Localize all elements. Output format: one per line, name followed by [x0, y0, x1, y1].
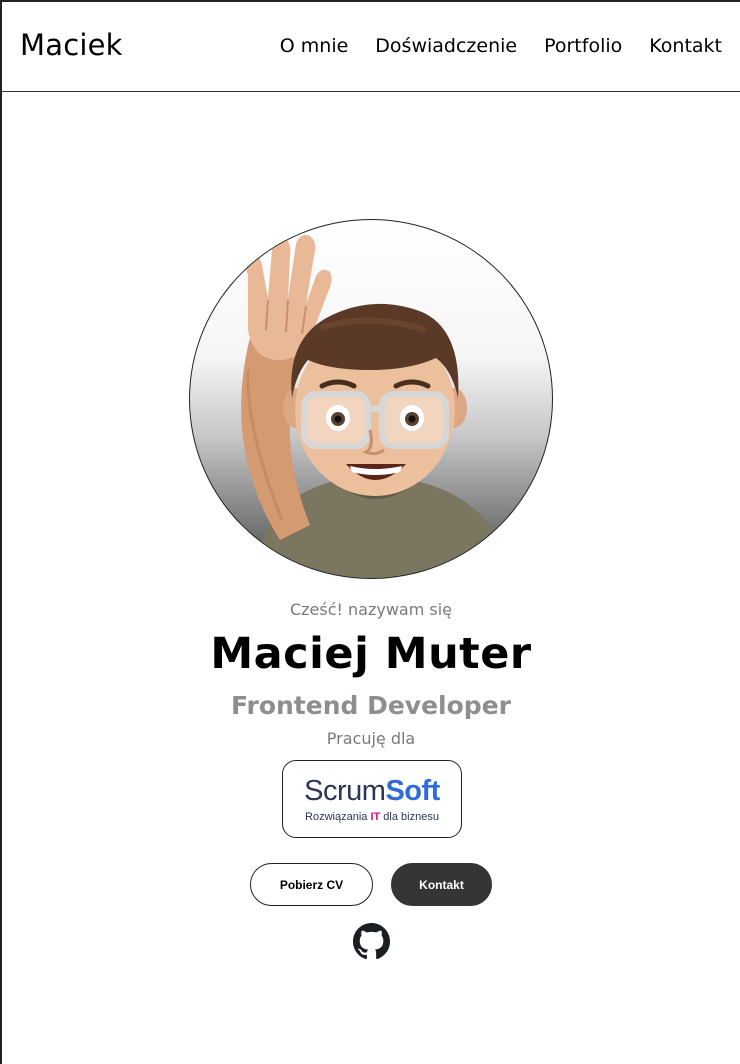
company-tagline-highlight: IT: [370, 811, 381, 823]
nav-item-experience: Doświadczenie: [375, 35, 517, 57]
main-nav: O mnie Doświadczenie Portfolio Kontakt: [280, 35, 722, 57]
profile-avatar: [189, 219, 553, 579]
nav-item-portfolio: Portfolio: [544, 35, 622, 57]
nav-link-portfolio[interactable]: Portfolio: [544, 35, 622, 57]
company-name-part1: Scrum: [304, 775, 386, 807]
site-header: Maciek O mnie Doświadczenie Portfolio Ko…: [2, 2, 740, 92]
hero-work-for: Pracuję dla: [326, 729, 416, 748]
company-tagline: Rozwiązania IT dla biznesu: [283, 811, 461, 823]
nav-link-contact[interactable]: Kontakt: [649, 35, 722, 57]
company-tagline-pre: Rozwiązania: [305, 811, 371, 823]
contact-button[interactable]: Kontakt: [391, 863, 492, 906]
site-logo[interactable]: Maciek: [20, 28, 123, 62]
nav-link-experience[interactable]: Doświadczenie: [375, 35, 517, 57]
company-logo-name: ScrumSoft: [283, 777, 461, 806]
nav-item-contact: Kontakt: [649, 35, 722, 57]
nav-item-about: O mnie: [280, 35, 349, 57]
hero-role: Frontend Developer: [231, 691, 511, 720]
company-tagline-post: dla biznesu: [380, 811, 439, 823]
company-name-part2: Soft: [385, 775, 440, 807]
company-logo-link[interactable]: ScrumSoft Rozwiązania IT dla biznesu: [282, 760, 462, 838]
download-cv-button[interactable]: Pobierz CV: [250, 863, 373, 906]
waving-memoji-avatar-icon: [241, 235, 510, 578]
hero-greeting: Cześć! nazywam się: [289, 600, 453, 619]
nav-link-about[interactable]: O mnie: [280, 35, 349, 57]
hero-name: Maciej Muter: [210, 629, 532, 679]
github-icon[interactable]: [353, 923, 390, 960]
